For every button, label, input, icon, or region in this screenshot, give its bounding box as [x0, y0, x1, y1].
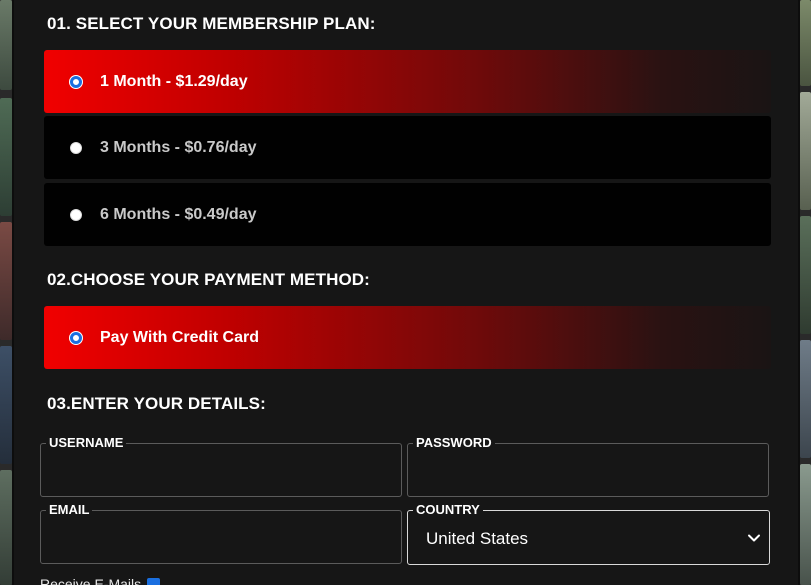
plan-option-6-months[interactable]: 6 Months - $0.49/day	[44, 183, 771, 246]
left-background-strip	[0, 0, 12, 585]
background-thumbnail	[0, 222, 12, 340]
background-thumbnail	[800, 92, 811, 210]
email-input[interactable]	[41, 511, 401, 563]
background-thumbnail	[0, 470, 12, 585]
right-background-strip	[800, 0, 811, 585]
background-thumbnail	[800, 0, 811, 86]
plan-option-label: 1 Month - $1.29/day	[100, 72, 248, 90]
country-select[interactable]: COUNTRY United States	[407, 503, 770, 565]
payment-section-title: 02.CHOOSE YOUR PAYMENT METHOD:	[47, 270, 370, 289]
plan-option-label: 6 Months - $0.49/day	[100, 205, 257, 223]
chevron-down-icon	[748, 534, 760, 542]
plan-option-1-month[interactable]: 1 Month - $1.29/day	[44, 50, 771, 113]
username-field[interactable]: USERNAME	[40, 436, 402, 497]
plan-option-label: 3 Months - $0.76/day	[100, 138, 257, 156]
background-thumbnail	[0, 98, 12, 216]
background-thumbnail	[0, 346, 12, 464]
page: 01. SELECT YOUR MEMBERSHIP PLAN: 1 Month…	[0, 0, 811, 585]
signup-panel: 01. SELECT YOUR MEMBERSHIP PLAN: 1 Month…	[12, 0, 800, 585]
password-input[interactable]	[408, 444, 768, 496]
radio-selected-icon[interactable]	[70, 331, 82, 344]
username-input[interactable]	[41, 444, 401, 496]
email-field[interactable]: EMAIL	[40, 503, 402, 564]
plan-section-title: 01. SELECT YOUR MEMBERSHIP PLAN:	[47, 14, 376, 33]
radio-unselected-icon[interactable]	[70, 141, 82, 154]
password-field[interactable]: PASSWORD	[407, 436, 769, 497]
country-label: COUNTRY	[413, 503, 483, 517]
details-section-title: 03.ENTER YOUR DETAILS:	[47, 394, 266, 413]
background-thumbnail	[800, 340, 811, 458]
background-thumbnail	[800, 464, 811, 585]
plan-option-3-months[interactable]: 3 Months - $0.76/day	[44, 116, 771, 179]
background-thumbnail	[800, 216, 811, 334]
email-optin-row[interactable]: Receive E-Mails	[40, 576, 161, 585]
payment-option-label: Pay With Credit Card	[100, 328, 259, 346]
radio-unselected-icon[interactable]	[70, 208, 82, 221]
background-thumbnail	[0, 0, 12, 90]
payment-option-credit-card[interactable]: Pay With Credit Card	[44, 306, 771, 369]
email-optin-label: Receive E-Mails	[40, 576, 142, 585]
country-selected-value: United States	[426, 529, 529, 548]
checkbox-checked-icon[interactable]	[147, 577, 161, 585]
radio-selected-icon[interactable]	[70, 75, 82, 88]
